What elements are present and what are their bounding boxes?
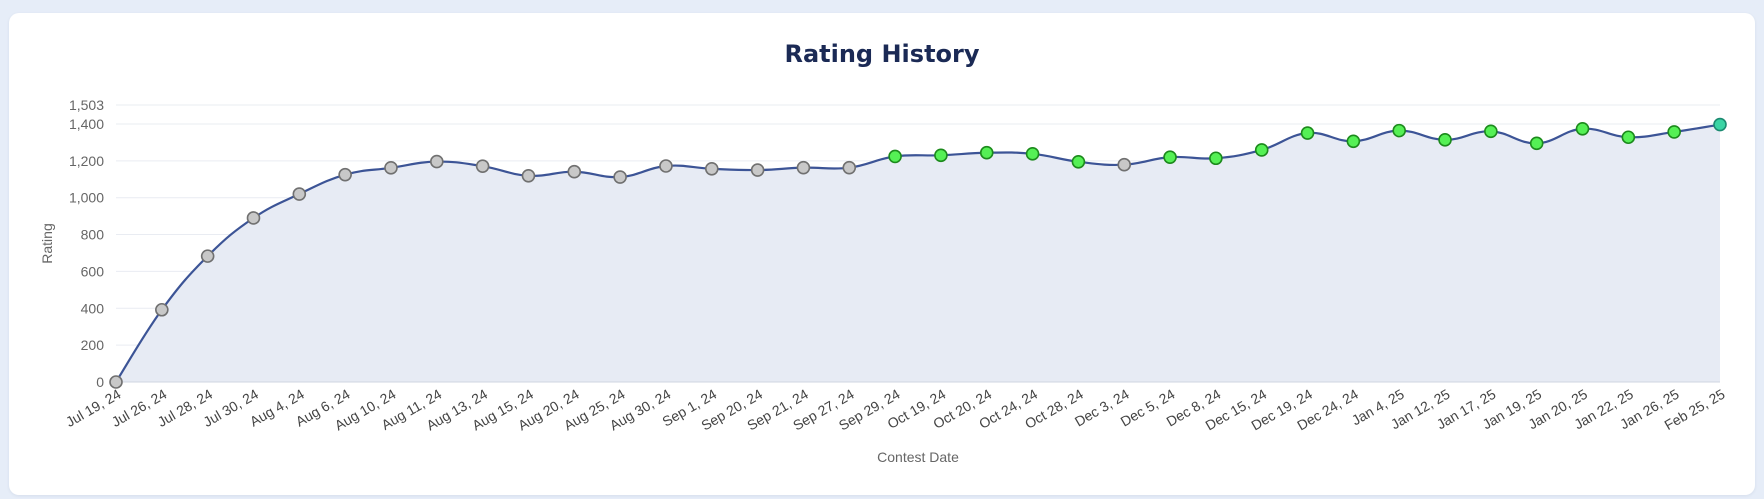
data-point (200, 249, 215, 263)
data-point (1300, 126, 1315, 140)
y-tick-label: 1,000 (69, 190, 104, 206)
y-tick-label: 1,200 (69, 153, 104, 169)
data-point (979, 145, 994, 160)
data-point (109, 375, 123, 389)
data-point (384, 161, 398, 175)
data-point (155, 302, 169, 317)
data-point (934, 148, 948, 163)
data-point (1025, 147, 1040, 161)
data-point (1484, 124, 1498, 139)
data-point (1575, 121, 1590, 136)
data-point (659, 159, 673, 173)
data-point (750, 163, 765, 177)
y-tick-label: 1,503 (69, 97, 104, 113)
rating-history-chart: 02004006008001,0001,2001,4001,503Jul 19,… (39, 97, 1728, 465)
series-area (116, 124, 1720, 383)
data-point (1209, 151, 1223, 166)
data-point (1438, 133, 1452, 147)
data-point (1163, 150, 1177, 164)
y-tick-label: 0 (96, 374, 104, 390)
data-point (1529, 136, 1544, 151)
data-point (613, 170, 627, 184)
x-axis-title: Contest Date (877, 449, 959, 465)
data-point (521, 168, 536, 183)
data-point (1621, 130, 1636, 145)
data-point (842, 160, 857, 175)
data-point (1346, 134, 1361, 149)
y-axis-title: Rating (39, 223, 55, 263)
y-tick-label: 400 (81, 300, 105, 316)
data-point (1254, 143, 1269, 157)
data-point (1713, 117, 1727, 132)
y-tick-label: 200 (81, 337, 105, 353)
data-point (1667, 125, 1681, 139)
data-point (1071, 154, 1086, 169)
data-point (246, 211, 261, 225)
data-point (475, 159, 490, 173)
data-point (292, 187, 307, 201)
y-tick-label: 800 (81, 227, 105, 243)
data-point (796, 160, 811, 175)
data-point (1117, 157, 1132, 172)
data-point (567, 164, 582, 179)
data-point (338, 167, 352, 182)
data-point (888, 149, 902, 164)
data-point (704, 161, 719, 176)
y-tick-label: 1,400 (69, 116, 104, 132)
y-tick-label: 600 (81, 263, 105, 279)
data-point (1392, 123, 1406, 138)
data-point (429, 154, 444, 169)
